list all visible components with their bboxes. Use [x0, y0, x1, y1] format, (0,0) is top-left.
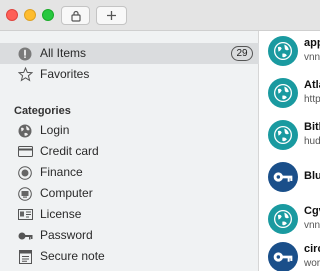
sidebar-item-label: License	[40, 207, 82, 221]
sidebar-item-license[interactable]: License	[0, 204, 259, 225]
globe-icon	[268, 204, 298, 234]
sidebar-item-credit-card[interactable]: Credit card	[0, 141, 259, 162]
key-icon	[17, 228, 33, 243]
sidebar-item-label: All Items	[40, 46, 87, 60]
list-item[interactable]: app vnn	[260, 31, 320, 73]
note-icon	[17, 249, 33, 264]
sidebar-item-favorites[interactable]: Favorites	[0, 64, 259, 85]
all-items-icon	[17, 46, 33, 61]
globe-icon	[268, 78, 298, 108]
item-title: circ	[304, 243, 320, 255]
sidebar-item-secure-note[interactable]: Secure note	[0, 246, 259, 267]
credit-card-icon	[17, 144, 33, 159]
close-window-button[interactable]	[6, 9, 18, 21]
sidebar-item-finance[interactable]: Finance	[0, 162, 259, 183]
finance-icon	[17, 165, 33, 180]
sidebar-item-password[interactable]: Password	[0, 225, 259, 246]
item-count-badge: 29	[231, 46, 253, 61]
items-list: app vnn Atla http Bitb hud Blu Cgv vnn	[260, 31, 320, 271]
sidebar-item-label: Credit card	[40, 144, 99, 158]
sidebar-item-label: Secure note	[40, 249, 105, 263]
globe-icon	[268, 120, 298, 150]
sidebar-item-all-items[interactable]: All Items 29	[0, 43, 259, 64]
item-subtitle: wor	[304, 258, 320, 269]
window-titlebar	[0, 0, 320, 31]
item-title: app	[304, 37, 320, 49]
item-title: Bitb	[304, 121, 320, 133]
add-item-button[interactable]	[96, 6, 127, 25]
computer-icon	[17, 186, 33, 201]
sidebar-item-label: Password	[40, 228, 93, 242]
categories-header: Categories	[14, 105, 71, 117]
globe-icon	[268, 36, 298, 66]
plus-icon	[107, 11, 116, 20]
item-subtitle: vnn	[304, 52, 320, 63]
minimize-window-button[interactable]	[24, 9, 36, 21]
star-icon	[17, 67, 33, 82]
list-item[interactable]: Cgv vnn	[260, 199, 320, 241]
zoom-window-button[interactable]	[42, 9, 54, 21]
sidebar-item-label: Computer	[40, 186, 93, 200]
sidebar-item-label: Login	[40, 123, 70, 137]
lock-icon	[70, 10, 81, 22]
key-icon	[268, 242, 298, 271]
list-item[interactable]: Atla http	[260, 73, 320, 115]
list-item[interactable]: circ wor	[260, 237, 320, 271]
sidebar-item-label: Finance	[40, 165, 83, 179]
sidebar: All Items 29 Favorites Categories Login …	[0, 31, 259, 271]
license-icon	[17, 207, 33, 222]
lock-button[interactable]	[61, 6, 90, 25]
sidebar-item-label: Favorites	[40, 67, 90, 81]
item-subtitle: http	[304, 94, 320, 105]
item-subtitle: hud	[304, 136, 320, 147]
item-title: Blu	[304, 170, 320, 182]
list-item[interactable]: Bitb hud	[260, 115, 320, 157]
key-icon	[268, 162, 298, 192]
item-subtitle: vnn	[304, 220, 320, 231]
list-item[interactable]: Blu	[260, 157, 320, 199]
globe-icon	[17, 123, 33, 138]
item-title: Atla	[304, 79, 320, 91]
sidebar-item-login[interactable]: Login	[0, 120, 259, 141]
sidebar-item-computer[interactable]: Computer	[0, 183, 259, 204]
item-title: Cgv	[304, 205, 320, 217]
